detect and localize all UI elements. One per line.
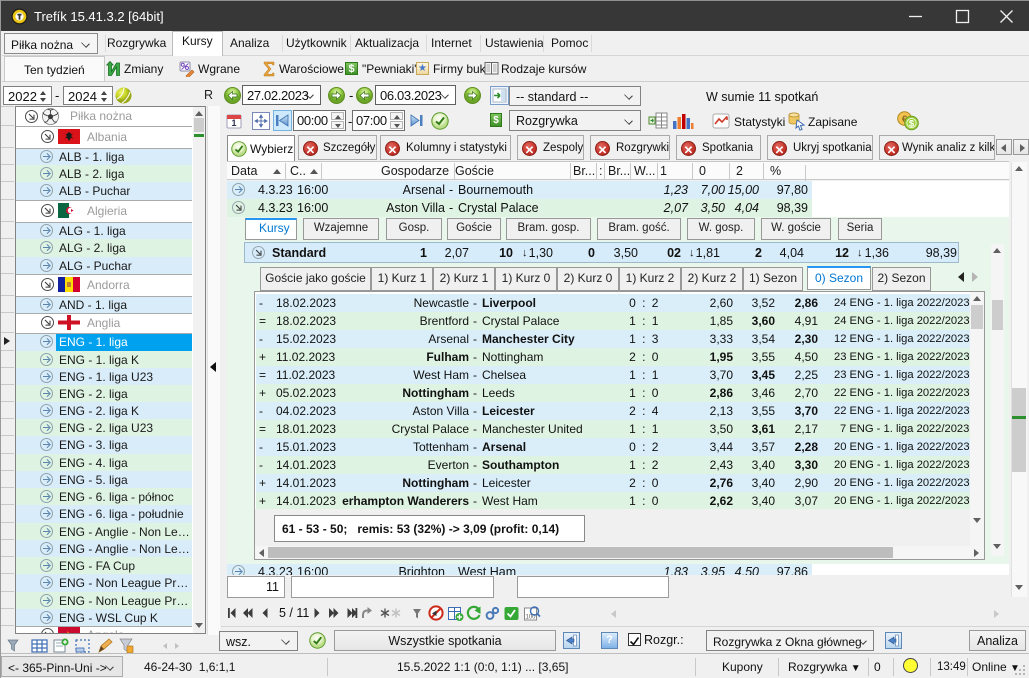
svg-text:1: 1 [231,118,236,128]
svg-text:$: $ [909,119,915,130]
